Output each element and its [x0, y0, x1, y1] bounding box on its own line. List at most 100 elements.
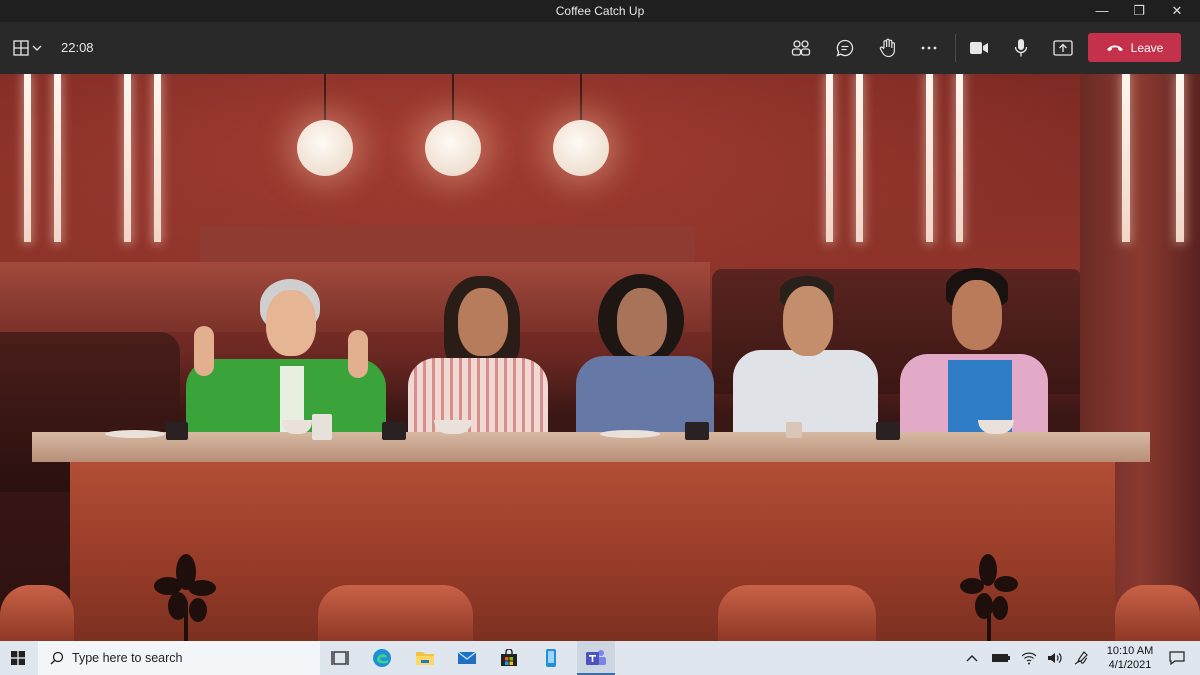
lamp-cord: [580, 74, 582, 124]
microphone-icon: [1014, 39, 1028, 57]
chevron-down-icon: [32, 45, 42, 51]
layout-grid-icon: [13, 40, 29, 56]
network-status[interactable]: [1020, 650, 1038, 666]
wall-light: [54, 74, 61, 242]
shared-table-top: [32, 432, 1150, 462]
action-center-button[interactable]: [1168, 650, 1186, 666]
meeting-timer: 22:08: [61, 40, 94, 55]
search-icon: [50, 651, 64, 665]
back-shelf: [200, 226, 695, 266]
title-bar: Coffee Catch Up — ❐ ✕: [0, 0, 1200, 22]
participant-face: [952, 280, 1002, 350]
layout-dropdown[interactable]: [30, 36, 44, 60]
microphone-button[interactable]: [1008, 36, 1034, 60]
volume-control[interactable]: [1046, 650, 1064, 666]
bar-stool: [318, 585, 473, 641]
pendant-lamp: [297, 120, 353, 176]
raise-hand-button[interactable]: [875, 36, 901, 60]
leave-label: Leave: [1130, 40, 1164, 55]
close-button[interactable]: ✕: [1160, 0, 1194, 22]
show-hidden-icons-button[interactable]: [963, 650, 981, 666]
taskbar-search-box[interactable]: Type here to search: [38, 641, 320, 675]
clock-time: 10:10 AM: [1106, 645, 1154, 657]
volume-icon: [1048, 653, 1062, 663]
edge-taskbar-button[interactable]: [370, 647, 394, 669]
lamp-cord: [324, 74, 326, 124]
chat-icon: [836, 39, 854, 57]
wall-light: [154, 74, 161, 242]
wall-light: [856, 74, 863, 242]
wall-light: [826, 74, 833, 242]
phone-hangup-icon: [1106, 45, 1123, 51]
wall-light: [1176, 74, 1184, 242]
store-taskbar-button[interactable]: [497, 647, 521, 669]
file-explorer-taskbar-button[interactable]: [413, 647, 437, 669]
pendant-lamp: [425, 120, 481, 176]
chevron-up-icon: [966, 655, 978, 662]
search-placeholder: Type here to search: [72, 651, 183, 665]
participant-hand: [194, 326, 214, 376]
lamp-cord: [452, 74, 454, 124]
share-screen-icon: [1053, 40, 1073, 56]
participant-body: [408, 358, 548, 434]
windows-start-icon: [11, 651, 25, 665]
maximize-button[interactable]: ❐: [1122, 0, 1156, 22]
wall-light: [24, 74, 31, 242]
participants-button[interactable]: [788, 36, 814, 60]
taskbar-clock[interactable]: 10:10 AM 4/1/2021: [1104, 644, 1156, 672]
leave-button[interactable]: Leave: [1088, 33, 1181, 62]
edge-icon: [373, 649, 391, 667]
raise-hand-icon: [879, 38, 895, 58]
participant-face: [783, 286, 833, 356]
coffee-cup: [382, 422, 406, 440]
plant-decoration: [154, 554, 216, 641]
phone-app-icon: [546, 649, 556, 667]
cup: [312, 414, 332, 440]
coffee-cup: [166, 422, 188, 440]
teams-taskbar-button[interactable]: [577, 641, 615, 675]
participant-face: [458, 288, 508, 356]
task-view-icon: [331, 651, 349, 665]
start-button[interactable]: [6, 647, 30, 669]
window-title: Coffee Catch Up: [555, 4, 645, 18]
task-view-button[interactable]: [328, 647, 352, 669]
chat-button[interactable]: [832, 36, 858, 60]
participant-hand: [348, 330, 368, 378]
wall-light: [926, 74, 933, 242]
camera-button[interactable]: [966, 36, 992, 60]
network-icon: [1021, 652, 1037, 665]
battery-status[interactable]: [990, 650, 1012, 666]
cup: [786, 422, 802, 438]
wall-light: [124, 74, 131, 242]
participant-face: [266, 290, 316, 356]
together-mode-scene: [0, 74, 1200, 641]
pendant-lamp: [553, 120, 609, 176]
mail-taskbar-button[interactable]: [455, 647, 479, 669]
store-icon: [501, 649, 517, 666]
bar-stool: [718, 585, 876, 641]
windows-taskbar: Type here to search 10:10 AM 4/1/2021: [0, 641, 1200, 675]
wall-light: [956, 74, 963, 242]
mail-icon: [457, 651, 477, 664]
share-screen-button[interactable]: [1050, 36, 1076, 60]
pen-icon: [1074, 651, 1088, 665]
pen-workspace-button[interactable]: [1072, 650, 1090, 666]
bar-stool: [0, 585, 74, 641]
minimize-button[interactable]: —: [1085, 0, 1119, 22]
meeting-toolbar: 22:08 Leave: [0, 22, 1200, 74]
camera-icon: [970, 42, 988, 54]
participant-face: [617, 288, 667, 356]
wall-light: [1122, 74, 1130, 242]
battery-icon: [992, 654, 1010, 662]
coffee-cup: [876, 422, 900, 440]
phone-app-taskbar-button[interactable]: [539, 647, 563, 669]
plate: [600, 430, 660, 438]
coffee-cup: [685, 422, 709, 440]
teams-icon: [586, 650, 606, 665]
clock-date: 4/1/2021: [1108, 659, 1152, 671]
participant-body: [733, 350, 878, 434]
plant-decoration: [960, 554, 1018, 641]
more-actions-button[interactable]: [916, 36, 942, 60]
more-icon: [921, 46, 937, 50]
file-explorer-icon: [416, 652, 434, 665]
